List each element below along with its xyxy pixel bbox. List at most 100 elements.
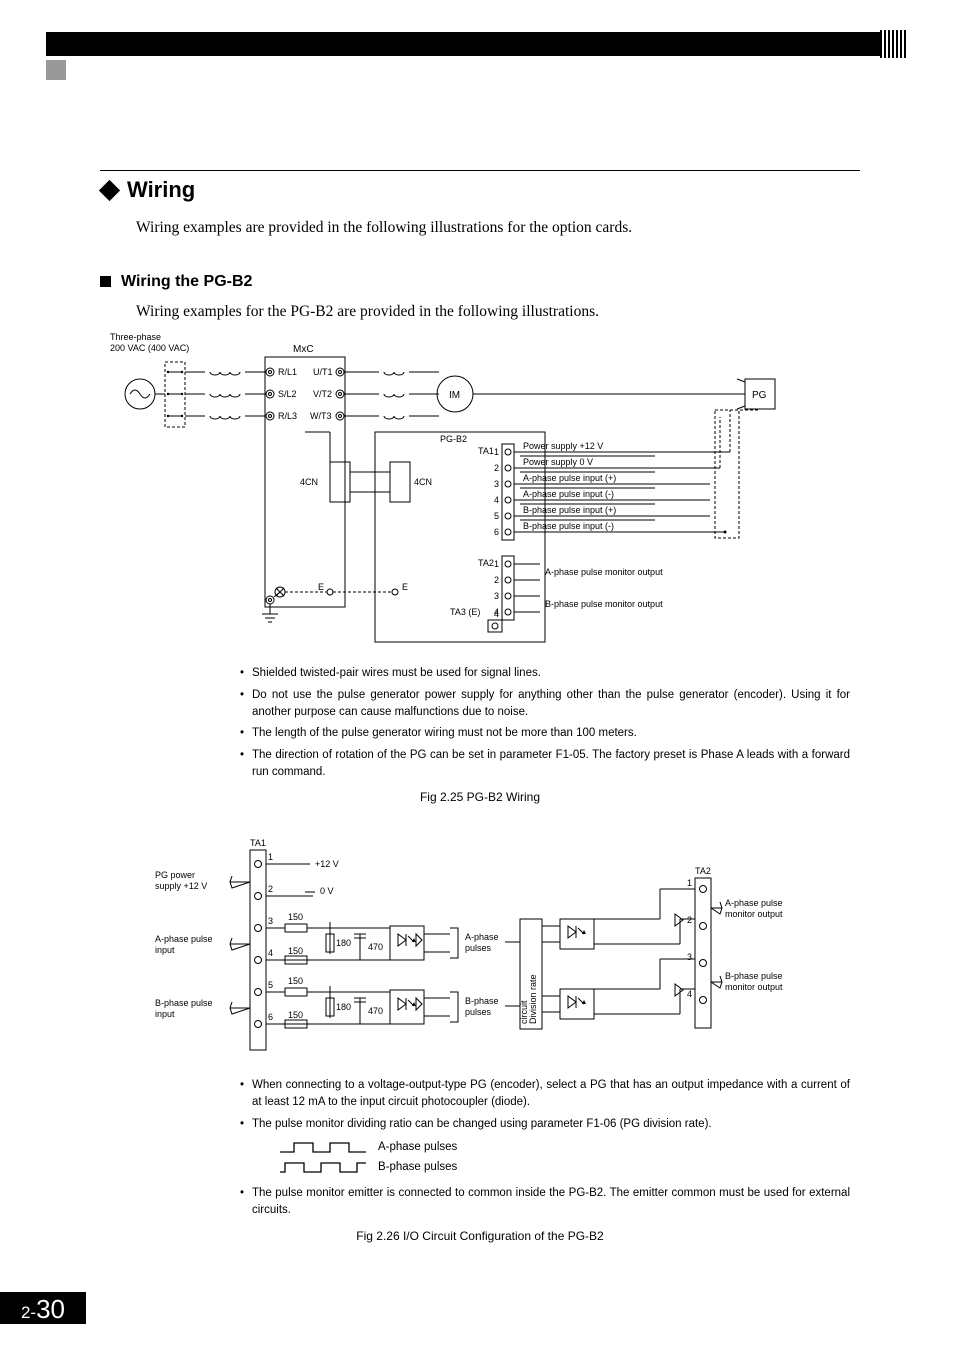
- svg-text:2: 2: [687, 915, 692, 925]
- svg-text:input: input: [155, 1009, 175, 1019]
- intro-text: Wiring examples are provided in the foll…: [136, 217, 860, 239]
- square-icon: [100, 276, 111, 287]
- svg-text:3: 3: [268, 916, 273, 926]
- svg-text:monitor output: monitor output: [725, 982, 783, 992]
- svg-text:B-phase pulse input (-): B-phase pulse input (-): [523, 521, 614, 531]
- svg-text:E: E: [318, 582, 324, 592]
- svg-text:2: 2: [494, 463, 499, 473]
- pulse-legend-a: A-phase pulses: [280, 1137, 860, 1155]
- note-item: Do not use the pulse generator power sup…: [240, 687, 850, 720]
- svg-text:470: 470: [368, 942, 383, 952]
- svg-text:R/L3: R/L3: [278, 411, 297, 421]
- section-rule: [100, 170, 860, 171]
- svg-text:4: 4: [687, 989, 692, 999]
- svg-text:180: 180: [336, 938, 351, 948]
- source-label-1: Three-phase: [110, 332, 161, 342]
- svg-text:supply +12 V: supply +12 V: [155, 881, 207, 891]
- svg-text:V/T2: V/T2: [313, 389, 332, 399]
- note-item: The direction of rotation of the PG can …: [240, 747, 850, 780]
- svg-text:E: E: [402, 582, 408, 592]
- figure-2-caption: Fig 2.26 I/O Circuit Configuration of th…: [100, 1229, 860, 1243]
- wiring-diagram-svg: .t{font:10px Arial;} .ts{font:9px Arial;…: [110, 332, 850, 652]
- svg-text:U/T1: U/T1: [313, 367, 333, 377]
- svg-text:3: 3: [494, 479, 499, 489]
- svg-text:A-phase: A-phase: [465, 932, 499, 942]
- svg-text:3: 3: [494, 591, 499, 601]
- header-bar: [46, 32, 906, 56]
- svg-text:pulses: pulses: [465, 1007, 492, 1017]
- svg-text:1: 1: [494, 447, 499, 457]
- source-label-2: 200 VAC (400 VAC): [110, 343, 189, 353]
- svg-text:monitor output: monitor output: [725, 909, 783, 919]
- svg-text:circuit: circuit: [519, 1000, 529, 1024]
- svg-text:Power supply 0 V: Power supply 0 V: [523, 457, 593, 467]
- svg-text:6: 6: [494, 527, 499, 537]
- svg-text:4CN: 4CN: [414, 477, 432, 487]
- svg-text:150: 150: [288, 1010, 303, 1020]
- svg-text:R/L1: R/L1: [278, 367, 297, 377]
- svg-text:B-phase pulse: B-phase pulse: [725, 971, 783, 981]
- mxc-label: MxC: [293, 344, 314, 355]
- svg-text:A-phase pulse input (-): A-phase pulse input (-): [523, 489, 614, 499]
- section-title: Wiring: [127, 177, 195, 203]
- svg-text:+12 V: +12 V: [315, 859, 339, 869]
- note-item: The length of the pulse generator wiring…: [240, 725, 850, 742]
- diamond-icon: [99, 179, 120, 200]
- svg-text:W/T3: W/T3: [310, 411, 332, 421]
- pulse-legend-b: B-phase pulses: [280, 1157, 860, 1175]
- figure-2-notes-b: The pulse monitor emitter is connected t…: [240, 1185, 850, 1218]
- figure-2-26: .t{font:10px Arial;} .ts{font:9px Arial;…: [110, 834, 860, 1069]
- svg-text:B-phase pulse input (+): B-phase pulse input (+): [523, 505, 616, 515]
- pulse-label-b: B-phase pulses: [378, 1161, 457, 1173]
- svg-text:PG-B2: PG-B2: [440, 434, 467, 444]
- note-item: Shielded twisted-pair wires must be used…: [240, 665, 850, 682]
- page-number: 2-30: [0, 1292, 86, 1324]
- svg-text:150: 150: [288, 912, 303, 922]
- figure-2-25: .t{font:10px Arial;} .ts{font:9px Arial;…: [110, 332, 860, 657]
- svg-text:A-phase pulse: A-phase pulse: [725, 898, 783, 908]
- svg-text:3: 3: [687, 952, 692, 962]
- pulse-wave-icon: [280, 1140, 370, 1154]
- svg-text:180: 180: [336, 1002, 351, 1012]
- pulse-label-a: A-phase pulses: [378, 1141, 457, 1153]
- svg-text:input: input: [155, 945, 175, 955]
- svg-text:PG power: PG power: [155, 870, 195, 880]
- svg-text:5: 5: [494, 511, 499, 521]
- figure-1-notes: Shielded twisted-pair wires must be used…: [240, 665, 850, 780]
- svg-text:pulses: pulses: [465, 943, 492, 953]
- page-num: 30: [36, 1294, 65, 1325]
- header-zebra: [880, 30, 906, 58]
- svg-text:4: 4: [494, 495, 499, 505]
- svg-text:1: 1: [687, 878, 692, 888]
- note-item: The pulse monitor dividing ratio can be …: [240, 1116, 850, 1133]
- svg-text:1: 1: [268, 852, 273, 862]
- figure-1-caption: Fig 2.25 PG-B2 Wiring: [100, 790, 860, 804]
- svg-text:5: 5: [268, 980, 273, 990]
- svg-text:470: 470: [368, 1006, 383, 1016]
- svg-text:TA3 (E): TA3 (E): [450, 607, 480, 617]
- note-item: The pulse monitor emitter is connected t…: [240, 1185, 850, 1218]
- svg-text:6: 6: [268, 1012, 273, 1022]
- sub-intro: Wiring examples for the PG-B2 are provid…: [136, 301, 860, 323]
- svg-text:4CN: 4CN: [300, 477, 318, 487]
- svg-text:B-phase pulse monitor output: B-phase pulse monitor output: [545, 599, 663, 609]
- svg-text:PG: PG: [752, 390, 767, 401]
- svg-text:Power supply +12 V: Power supply +12 V: [523, 441, 603, 451]
- svg-text:150: 150: [288, 976, 303, 986]
- svg-text:A-phase pulse input (+): A-phase pulse input (+): [523, 473, 616, 483]
- svg-text:2: 2: [494, 575, 499, 585]
- svg-text:1: 1: [494, 559, 499, 569]
- svg-text:TA1: TA1: [250, 838, 266, 848]
- svg-text:A-phase pulse: A-phase pulse: [155, 934, 213, 944]
- svg-text:4: 4: [268, 948, 273, 958]
- header-accent: [46, 60, 66, 80]
- svg-text:TA2: TA2: [695, 866, 711, 876]
- svg-text:0 V: 0 V: [320, 886, 334, 896]
- svg-text:S/L2: S/L2: [278, 389, 297, 399]
- figure-2-notes-a: When connecting to a voltage-output-type…: [240, 1077, 850, 1132]
- note-item: When connecting to a voltage-output-type…: [240, 1077, 850, 1110]
- svg-text:150: 150: [288, 946, 303, 956]
- io-circuit-svg: .t{font:10px Arial;} .ts{font:9px Arial;…: [110, 834, 850, 1064]
- svg-text:2: 2: [268, 884, 273, 894]
- svg-text:A-phase pulse monitor output: A-phase pulse monitor output: [545, 567, 663, 577]
